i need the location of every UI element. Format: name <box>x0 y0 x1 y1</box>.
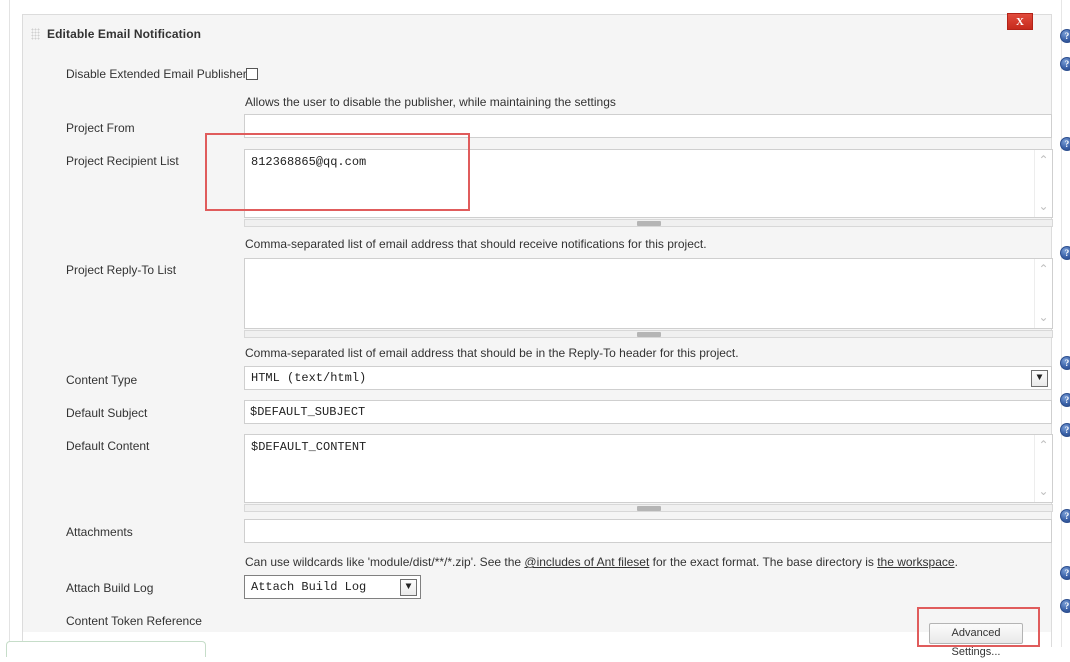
advanced-settings-button[interactable]: Advanced Settings... <box>929 623 1023 644</box>
content-type-value: HTML (text/html) <box>251 371 366 385</box>
label-project-from: Project From <box>66 121 135 135</box>
help-icon-reply-to-list[interactable]: ? <box>1060 246 1070 260</box>
help-disable-publisher: Allows the user to disable the publisher… <box>245 95 616 109</box>
label-default-content: Default Content <box>66 439 149 453</box>
attachments-input[interactable] <box>244 519 1052 543</box>
scroll-down-icon[interactable]: ⌄ <box>1038 202 1049 211</box>
default-content-area: $DEFAULT_CONTENT ⌃ ⌄ <box>244 434 1053 512</box>
panel-header: Editable Email Notification <box>31 27 201 41</box>
default-subject-input[interactable]: $DEFAULT_SUBJECT <box>244 400 1052 424</box>
content-type-select[interactable]: HTML (text/html) ▼ <box>244 366 1052 390</box>
chevron-down-icon[interactable]: ▼ <box>1031 370 1048 387</box>
bottom-status-panel <box>6 641 206 657</box>
help-icon-attach-build-log[interactable]: ? <box>1060 566 1070 580</box>
page-title: Editable Email Notification <box>47 27 201 41</box>
scroll-down-icon[interactable]: ⌄ <box>1038 313 1049 322</box>
project-reply-to-list-area: ⌃ ⌄ <box>244 258 1053 338</box>
help-attachments-text-1: Can use wildcards like 'module/dist/**/*… <box>245 555 524 569</box>
project-recipient-list-scrollbar[interactable]: ⌃ ⌄ <box>1034 150 1052 217</box>
disable-publisher-checkbox[interactable] <box>246 68 258 80</box>
project-recipient-list-area: 812368865@qq.com ⌃ ⌄ <box>244 149 1053 227</box>
help-icon-content-type[interactable]: ? <box>1060 356 1070 370</box>
help-icon-disable-publisher[interactable]: ? <box>1060 57 1070 71</box>
project-recipient-list-textarea[interactable]: 812368865@qq.com <box>244 149 1053 218</box>
close-button[interactable]: X <box>1007 13 1033 30</box>
attach-build-log-select[interactable]: Attach Build Log ▼ <box>244 575 421 599</box>
help-icon-default-subject[interactable]: ? <box>1060 393 1070 407</box>
help-icon-recipient-list[interactable]: ? <box>1060 137 1070 151</box>
label-project-recipient-list: Project Recipient List <box>66 154 179 168</box>
page-root: Editable Email Notification Disable Exte… <box>0 0 1070 647</box>
default-content-textarea[interactable]: $DEFAULT_CONTENT <box>244 434 1053 503</box>
ant-fileset-link[interactable]: @includes of Ant fileset <box>524 555 649 569</box>
scroll-up-icon[interactable]: ⌃ <box>1038 265 1049 274</box>
help-attachments-text-2: for the exact format. The base directory… <box>649 555 877 569</box>
project-reply-to-list-resize-grip[interactable] <box>637 332 661 337</box>
scroll-down-icon[interactable]: ⌄ <box>1038 487 1049 496</box>
scroll-up-icon[interactable]: ⌃ <box>1038 441 1049 450</box>
default-content-scrollbar[interactable]: ⌃ ⌄ <box>1034 435 1052 502</box>
label-default-subject: Default Subject <box>66 406 147 420</box>
scroll-up-icon[interactable]: ⌃ <box>1038 156 1049 165</box>
page-left-margin <box>0 0 10 647</box>
default-content-resize-grip[interactable] <box>637 506 661 511</box>
chevron-down-icon[interactable]: ▼ <box>400 579 417 596</box>
help-icon-panel[interactable]: ? <box>1060 29 1070 43</box>
workspace-link[interactable]: the workspace <box>877 555 954 569</box>
help-project-recipient-list: Comma-separated list of email address th… <box>245 237 707 251</box>
help-attachments: Can use wildcards like 'module/dist/**/*… <box>245 555 958 569</box>
help-attachments-text-3: . <box>955 555 958 569</box>
help-project-reply-to-list: Comma-separated list of email address th… <box>245 346 739 360</box>
project-reply-to-list-scrollbar[interactable]: ⌃ ⌄ <box>1034 259 1052 328</box>
label-disable-publisher: Disable Extended Email Publisher <box>66 67 247 81</box>
help-icon-default-content[interactable]: ? <box>1060 423 1070 437</box>
project-reply-to-list-textarea[interactable] <box>244 258 1053 329</box>
email-notification-panel: Editable Email Notification Disable Exte… <box>22 14 1052 632</box>
label-content-token-reference: Content Token Reference <box>66 614 202 628</box>
help-icon-attachments[interactable]: ? <box>1060 509 1070 523</box>
drag-handle-icon[interactable] <box>31 28 40 40</box>
help-icon-content-token-ref[interactable]: ? <box>1060 599 1070 613</box>
label-attachments: Attachments <box>66 525 133 539</box>
project-from-input[interactable] <box>244 114 1052 138</box>
attach-build-log-value: Attach Build Log <box>251 580 366 594</box>
label-attach-build-log: Attach Build Log <box>66 581 153 595</box>
label-content-type: Content Type <box>66 373 137 387</box>
page-right-margin <box>1061 0 1070 647</box>
project-recipient-list-resize-grip[interactable] <box>637 221 661 226</box>
label-project-reply-to-list: Project Reply-To List <box>66 263 176 277</box>
